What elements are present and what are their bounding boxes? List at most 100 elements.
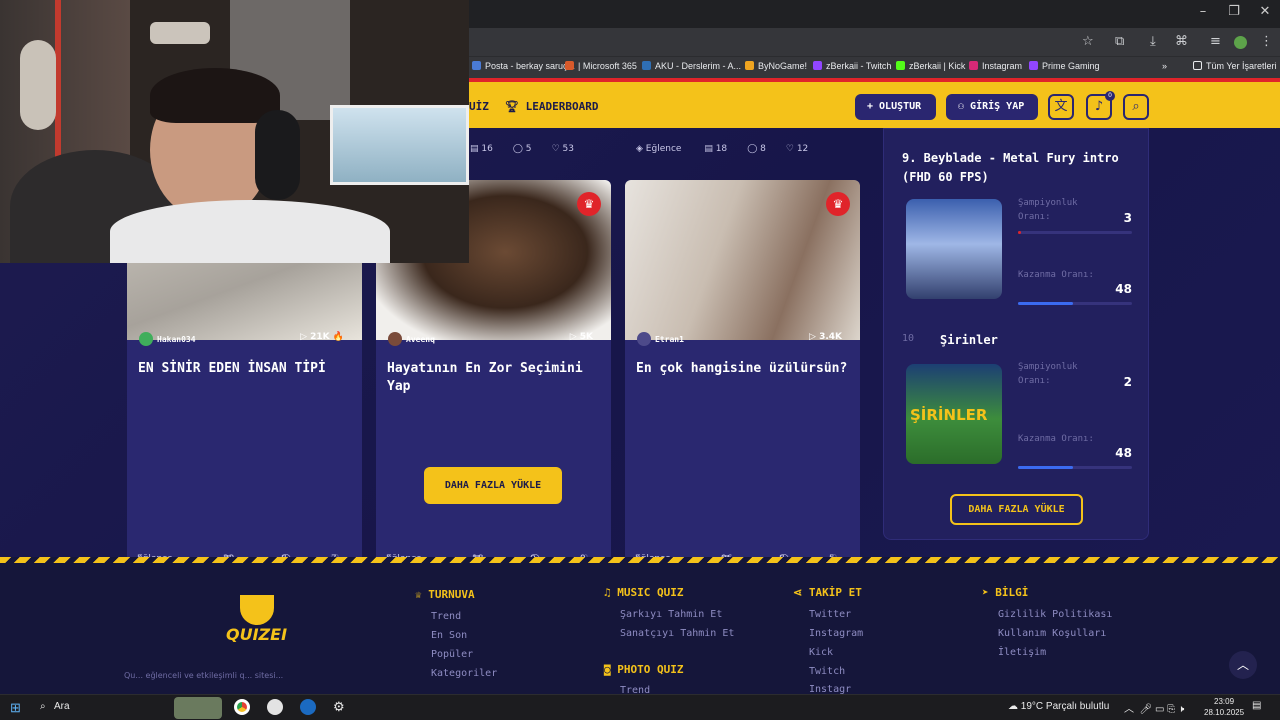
clock[interactable]: 23:09 28.10.2025 bbox=[1204, 696, 1244, 718]
search-icon: ⌕ bbox=[1132, 99, 1140, 114]
notification-icon[interactable]: ▤ bbox=[1252, 700, 1261, 711]
card-title[interactable]: En çok hangisine üzülürsün? bbox=[636, 360, 856, 378]
leaderboard-thumbnail[interactable]: ŞİRİNLER bbox=[906, 364, 1002, 464]
headphones bbox=[255, 110, 300, 200]
site-logo[interactable]: QUIZEI bbox=[222, 595, 292, 651]
footer-link[interactable]: Kullanım Koşulları bbox=[998, 628, 1106, 639]
chrome-icon[interactable] bbox=[234, 699, 250, 715]
profile-avatar[interactable] bbox=[1234, 36, 1247, 49]
nav-quiz[interactable]: UİZ bbox=[469, 100, 489, 113]
search-button[interactable]: ⌕ bbox=[1123, 94, 1149, 120]
footer-link[interactable]: Sanatçıyı Tahmin Et bbox=[620, 628, 734, 639]
download-icon[interactable]: ⤓ bbox=[1150, 34, 1156, 49]
language-button[interactable]: 文 bbox=[1048, 94, 1074, 120]
share-icon: ⋖ bbox=[793, 586, 809, 599]
bookmark-item[interactable]: Instagram bbox=[969, 61, 1022, 71]
questions-icon: ▤ bbox=[470, 144, 482, 154]
footer-heading-music: ♫ MUSIC QUIZ bbox=[604, 586, 684, 599]
all-bookmarks[interactable]: Tüm Yer İşaretleri bbox=[1193, 61, 1277, 71]
footer-link[interactable]: Kick bbox=[809, 647, 833, 658]
bookmark-item[interactable]: Prime Gaming bbox=[1029, 61, 1100, 71]
win-rate-bar bbox=[1018, 466, 1132, 469]
close-button[interactable]: ✕ bbox=[1250, 4, 1280, 19]
footer-link[interactable]: Instagram bbox=[809, 628, 863, 639]
footer-link[interactable]: Popüler bbox=[431, 649, 473, 660]
card-author[interactable]: Aveenq bbox=[388, 332, 435, 346]
bookmark-item[interactable]: | Microsoft 365 bbox=[565, 61, 637, 71]
footer-link[interactable]: Kategoriler bbox=[431, 668, 497, 679]
create-button[interactable]: + OLUŞTUR bbox=[855, 94, 936, 120]
load-more-button[interactable]: DAHA FAZLA YÜKLE bbox=[424, 467, 562, 504]
extensions-icon[interactable]: ⧉ bbox=[1115, 34, 1124, 49]
leaderboard-load-more-button[interactable]: DAHA FAZLA YÜKLE bbox=[950, 494, 1083, 525]
card-thumbnail bbox=[625, 180, 860, 340]
leaderboard-panel: 9. Beyblade - Metal Fury intro (FHD 60 F… bbox=[883, 128, 1149, 540]
app-icon[interactable] bbox=[267, 699, 283, 715]
scroll-to-top-button[interactable]: ︿ bbox=[1229, 651, 1257, 679]
card-title[interactable]: Hayatının En Zor Seçimini Yap bbox=[387, 360, 607, 396]
footer-heading-follow: ⋖ TAKİP ET bbox=[793, 586, 862, 599]
champion-rate-value: 3 bbox=[1123, 211, 1132, 225]
footer-link[interactable]: En Son bbox=[431, 630, 467, 641]
minimize-button[interactable]: – bbox=[1188, 4, 1218, 19]
win-rate-value: 48 bbox=[1115, 446, 1132, 460]
quiz-card[interactable]: ♛ Etran1 ▷ 3.4K En çok hangisine üzülürs… bbox=[625, 180, 860, 566]
prime-icon bbox=[1029, 61, 1038, 70]
nav-leaderboard[interactable]: 🏆︎ LEADERBOARD bbox=[505, 100, 598, 113]
view-count: ▷ 5K bbox=[569, 332, 593, 342]
windows-start-icon[interactable]: ⊞ bbox=[10, 700, 21, 716]
footer-link[interactable]: İletişim bbox=[998, 647, 1046, 658]
restore-button[interactable]: ❐ bbox=[1219, 4, 1249, 19]
notification-count: 0 bbox=[1105, 91, 1115, 101]
bookmark-item[interactable]: zBerkaii - Twitch bbox=[813, 61, 891, 71]
taskbar-widget-icon[interactable] bbox=[174, 697, 222, 719]
settings-icon[interactable]: ⚙ bbox=[333, 699, 345, 715]
footer-link[interactable]: Trend bbox=[431, 611, 461, 622]
mail-icon bbox=[472, 61, 481, 70]
footer-heading-photo: ◙ PHOTO QUIZ bbox=[604, 663, 684, 676]
more-bookmarks[interactable]: » bbox=[1162, 61, 1167, 71]
translate-icon[interactable]: ⌘ bbox=[1175, 34, 1188, 49]
search-icon: ⌕ bbox=[40, 701, 49, 712]
footer-link[interactable]: Twitter bbox=[809, 609, 851, 620]
leaderboard-thumbnail[interactable] bbox=[906, 199, 1002, 299]
footer-link[interactable]: Twitch bbox=[809, 666, 845, 677]
heart-icon: ♡ bbox=[551, 144, 563, 154]
menu-icon[interactable]: ⋮ bbox=[1260, 34, 1273, 49]
tab-search-icon[interactable]: ≡ bbox=[1210, 34, 1221, 49]
view-count: ▷ 3.4K bbox=[809, 332, 842, 342]
avatar bbox=[637, 332, 651, 346]
footer-link[interactable]: Gizlilik Politikası bbox=[998, 609, 1112, 620]
webcam-overlay bbox=[0, 0, 469, 263]
footer-link[interactable]: Şarkıyı Tahmin Et bbox=[620, 609, 722, 620]
bookmark-item[interactable]: zBerkaii | Kick bbox=[896, 61, 965, 71]
notifications-button[interactable]: ♪ 0 bbox=[1086, 91, 1115, 120]
bookmark-item[interactable]: AKU - Derslerim - A... bbox=[642, 61, 741, 71]
leaderboard-item-title[interactable]: Şirinler bbox=[940, 331, 1180, 350]
comment-icon: ◯ bbox=[747, 144, 761, 154]
card-author[interactable]: Etran1 bbox=[637, 332, 684, 346]
login-button[interactable]: ⚇ GİRİŞ YAP bbox=[946, 94, 1038, 120]
champion-rate-value: 2 bbox=[1123, 375, 1132, 389]
win-rate-fill bbox=[1018, 466, 1073, 469]
comment-icon: ◯ bbox=[512, 144, 526, 154]
weather-icon: ☁ bbox=[1008, 701, 1021, 712]
taskbar-search[interactable]: ⌕ Ara bbox=[40, 701, 70, 712]
card-author[interactable]: Hakan034 bbox=[139, 332, 196, 346]
trophy-icon bbox=[240, 595, 274, 625]
kick-icon bbox=[896, 61, 905, 70]
play-icon: ▷ bbox=[300, 332, 311, 342]
weather-widget[interactable]: ☁ 19°C Parçalı bulutlu bbox=[1008, 701, 1109, 712]
neon-sign bbox=[150, 22, 210, 44]
leaderboard-item-title[interactable]: 9. Beyblade - Metal Fury intro (FHD 60 F… bbox=[902, 149, 1142, 187]
card-title[interactable]: EN SİNİR EDEN İNSAN TİPİ bbox=[138, 360, 358, 378]
instagram-icon bbox=[969, 61, 978, 70]
steam-icon[interactable] bbox=[300, 699, 316, 715]
bookmark-item[interactable]: ByNoGame! bbox=[745, 61, 807, 71]
crown-icon: ♛ bbox=[826, 192, 850, 216]
star-icon[interactable]: ☆ bbox=[1082, 34, 1094, 49]
footer-heading-info: ➤ BİLGİ bbox=[982, 586, 1029, 599]
tray-icons[interactable]: ︿ 🎤︎ ▭ ⎘ 🕨︎ bbox=[1124, 700, 1184, 715]
trophy-icon: 🏆︎ bbox=[505, 100, 526, 113]
bookmark-item[interactable]: Posta - berkay saruç... bbox=[472, 61, 575, 71]
